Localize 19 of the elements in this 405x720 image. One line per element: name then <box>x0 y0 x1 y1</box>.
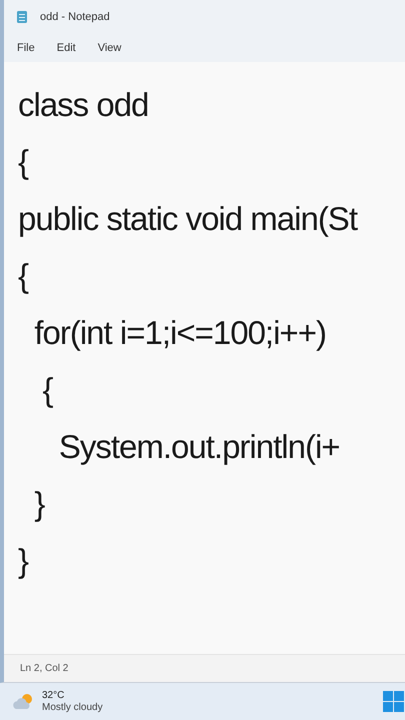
code-line: System.out.println(i+ <box>58 427 340 467</box>
notepad-icon <box>16 10 28 24</box>
window-title: odd - Notepad <box>40 10 110 25</box>
menu-item[interactable]: Edit <box>52 40 81 56</box>
cloud-sun-icon <box>12 692 34 710</box>
code-line: for(int i=1;i<=100;i++) <box>33 313 326 353</box>
menu-item[interactable]: File <box>12 40 40 56</box>
weather-condition: Mostly cloudy <box>42 702 103 714</box>
menu-item[interactable]: View <box>92 40 126 56</box>
cursor-position: Ln 2, Col 2 <box>20 662 68 676</box>
code-line: { <box>42 370 53 410</box>
code-line: { <box>18 142 28 182</box>
code-line: class odd <box>18 85 148 125</box>
weather-temperature: 32°C <box>42 690 66 702</box>
code-line: { <box>18 256 28 296</box>
code-line: } <box>18 541 28 581</box>
start-icon[interactable] <box>383 690 405 712</box>
code-line: public static void main(St <box>18 199 357 239</box>
code-line: } <box>33 484 44 524</box>
